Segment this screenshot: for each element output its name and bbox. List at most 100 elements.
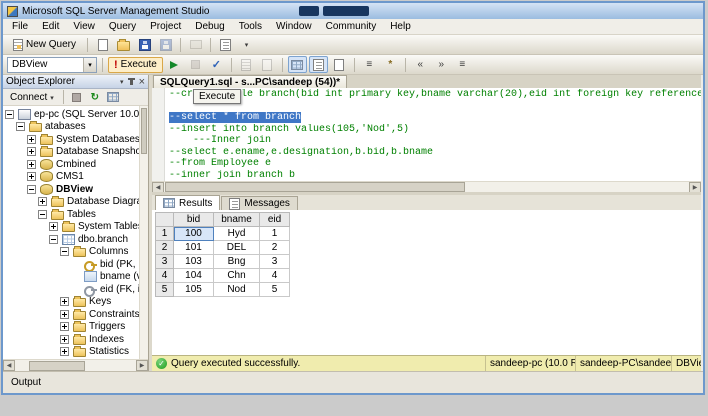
grid-cell[interactable]: 1 bbox=[260, 227, 290, 241]
tree-item-columns[interactable]: Columns bbox=[3, 246, 139, 259]
filter-button[interactable] bbox=[105, 89, 121, 106]
tree-item-system-databases[interactable]: System Databases bbox=[3, 133, 139, 146]
expand-icon[interactable] bbox=[60, 297, 69, 306]
row-header[interactable]: 4 bbox=[156, 269, 174, 283]
print-button[interactable] bbox=[186, 36, 205, 53]
output-panel[interactable]: Output bbox=[3, 371, 703, 393]
grid-cell[interactable]: 104 bbox=[174, 269, 214, 283]
scroll-right-arrow[interactable]: ▶ bbox=[136, 360, 148, 371]
connect-button[interactable]: Connect bbox=[6, 91, 58, 104]
query-options-button[interactable] bbox=[258, 56, 277, 73]
tree-vertical-scrollbar[interactable] bbox=[139, 106, 148, 359]
tree-item-dbo-branch[interactable]: dbo.branch bbox=[3, 233, 139, 246]
tree-item-keys[interactable]: Keys bbox=[3, 296, 139, 309]
window-position-button[interactable] bbox=[120, 76, 124, 87]
menu-debug[interactable]: Debug bbox=[188, 20, 231, 33]
menu-project[interactable]: Project bbox=[143, 20, 188, 33]
menu-query[interactable]: Query bbox=[102, 20, 143, 33]
open-file-button[interactable] bbox=[114, 36, 133, 53]
expand-icon[interactable] bbox=[60, 310, 69, 319]
expand-icon[interactable] bbox=[27, 160, 36, 169]
tree-item-cms1[interactable]: CMS1 bbox=[3, 171, 139, 184]
specify-values-button[interactable] bbox=[453, 56, 472, 73]
new-file-button[interactable] bbox=[93, 36, 112, 53]
scrollbar-thumb[interactable] bbox=[29, 361, 85, 371]
results-to-text-button[interactable] bbox=[309, 56, 328, 73]
menu-tools[interactable]: Tools bbox=[232, 20, 269, 33]
expand-icon[interactable] bbox=[38, 197, 47, 206]
grid-cell[interactable]: Nod bbox=[214, 283, 260, 297]
grid-cell[interactable]: 103 bbox=[174, 255, 214, 269]
tree-item-constraints[interactable]: Constraints bbox=[3, 308, 139, 321]
tree-item-database-snapshots[interactable]: Database Snapshots bbox=[3, 146, 139, 159]
expand-icon[interactable] bbox=[60, 335, 69, 344]
grid-cell[interactable]: 5 bbox=[260, 283, 290, 297]
tree-horizontal-scrollbar[interactable]: ◀ ▶ bbox=[3, 359, 148, 371]
collapse-icon[interactable] bbox=[5, 110, 14, 119]
tree-item-server[interactable]: ep-pc (SQL Server 10.0.1600 - san bbox=[3, 108, 139, 121]
tree-item-system-tables[interactable]: System Tables bbox=[3, 221, 139, 234]
expand-icon[interactable] bbox=[27, 147, 36, 156]
sql-editor[interactable]: --create table branch(bid int primary ke… bbox=[152, 88, 701, 181]
activity-monitor-button[interactable] bbox=[216, 36, 235, 53]
expand-icon[interactable] bbox=[60, 347, 69, 356]
tab-results[interactable]: Results bbox=[155, 195, 220, 210]
debug-button[interactable] bbox=[165, 56, 184, 73]
menu-file[interactable]: File bbox=[5, 20, 35, 33]
tree-item-databases[interactable]: atabases bbox=[3, 121, 139, 134]
new-query-button[interactable]: New Query bbox=[7, 37, 82, 53]
expand-icon[interactable] bbox=[27, 135, 36, 144]
menu-community[interactable]: Community bbox=[319, 20, 384, 33]
tree-item-dbview[interactable]: DBView bbox=[3, 183, 139, 196]
parse-button[interactable] bbox=[207, 56, 226, 73]
expand-icon[interactable] bbox=[27, 172, 36, 181]
scroll-right-arrow[interactable]: ▶ bbox=[689, 182, 701, 193]
tree-item-triggers[interactable]: Triggers bbox=[3, 321, 139, 334]
grid-cell[interactable]: 2 bbox=[260, 241, 290, 255]
uncomment-button[interactable] bbox=[381, 56, 400, 73]
collapse-icon[interactable] bbox=[38, 210, 47, 219]
grid-cell[interactable]: 3 bbox=[260, 255, 290, 269]
toolbar-options-button[interactable] bbox=[237, 36, 256, 53]
row-header[interactable]: 1 bbox=[156, 227, 174, 241]
grid-cell[interactable]: Chn bbox=[214, 269, 260, 283]
row-header[interactable]: 3 bbox=[156, 255, 174, 269]
menu-edit[interactable]: Edit bbox=[35, 20, 66, 33]
pin-icon[interactable] bbox=[130, 78, 133, 85]
grid-cell[interactable]: 101 bbox=[174, 241, 214, 255]
tree-item-indexes[interactable]: Indexes bbox=[3, 333, 139, 346]
tree-item-column-bid[interactable]: bid (PK, int, not n bbox=[3, 258, 139, 271]
save-all-button[interactable] bbox=[156, 36, 175, 53]
results-to-file-button[interactable] bbox=[330, 56, 349, 73]
close-button[interactable] bbox=[139, 76, 145, 88]
available-databases-combo[interactable]: DBView ▾ bbox=[7, 57, 97, 73]
tree-item-tables[interactable]: Tables bbox=[3, 208, 139, 221]
tree-item-cmbined[interactable]: Cmbined bbox=[3, 158, 139, 171]
grid-cell[interactable]: 4 bbox=[260, 269, 290, 283]
indent-button[interactable] bbox=[432, 56, 451, 73]
scroll-left-arrow[interactable]: ◀ bbox=[3, 360, 15, 371]
comment-button[interactable] bbox=[360, 56, 379, 73]
execute-button[interactable]: Execute bbox=[108, 57, 163, 73]
collapse-icon[interactable] bbox=[60, 247, 69, 256]
grid-cell[interactable]: 105 bbox=[174, 283, 214, 297]
outdent-button[interactable] bbox=[411, 56, 430, 73]
disconnect-button[interactable] bbox=[69, 89, 85, 106]
column-header-eid[interactable]: eid bbox=[260, 213, 290, 227]
tree-item-column-bname[interactable]: bname (varchar(2 bbox=[3, 271, 139, 284]
grid-corner[interactable] bbox=[156, 213, 174, 227]
editor-horizontal-scrollbar[interactable]: ◀ ▶ bbox=[152, 181, 701, 192]
cancel-query-button[interactable] bbox=[186, 56, 205, 73]
scrollbar-thumb[interactable] bbox=[141, 108, 147, 154]
column-header-bid[interactable]: bid bbox=[174, 213, 214, 227]
row-header[interactable]: 2 bbox=[156, 241, 174, 255]
menu-view[interactable]: View bbox=[66, 20, 102, 33]
tree-item-column-eid[interactable]: eid (FK, int, null) bbox=[3, 283, 139, 296]
menu-window[interactable]: Window bbox=[269, 20, 319, 33]
tree-item-statistics[interactable]: Statistics bbox=[3, 346, 139, 359]
tab-sqlquery1[interactable]: SQLQuery1.sql - s...PC\sandeep (54))* bbox=[153, 75, 347, 88]
grid-cell[interactable]: DEL bbox=[214, 241, 260, 255]
column-header-bname[interactable]: bname bbox=[214, 213, 260, 227]
grid-cell[interactable]: Bng bbox=[214, 255, 260, 269]
tab-messages[interactable]: Messages bbox=[221, 196, 298, 210]
